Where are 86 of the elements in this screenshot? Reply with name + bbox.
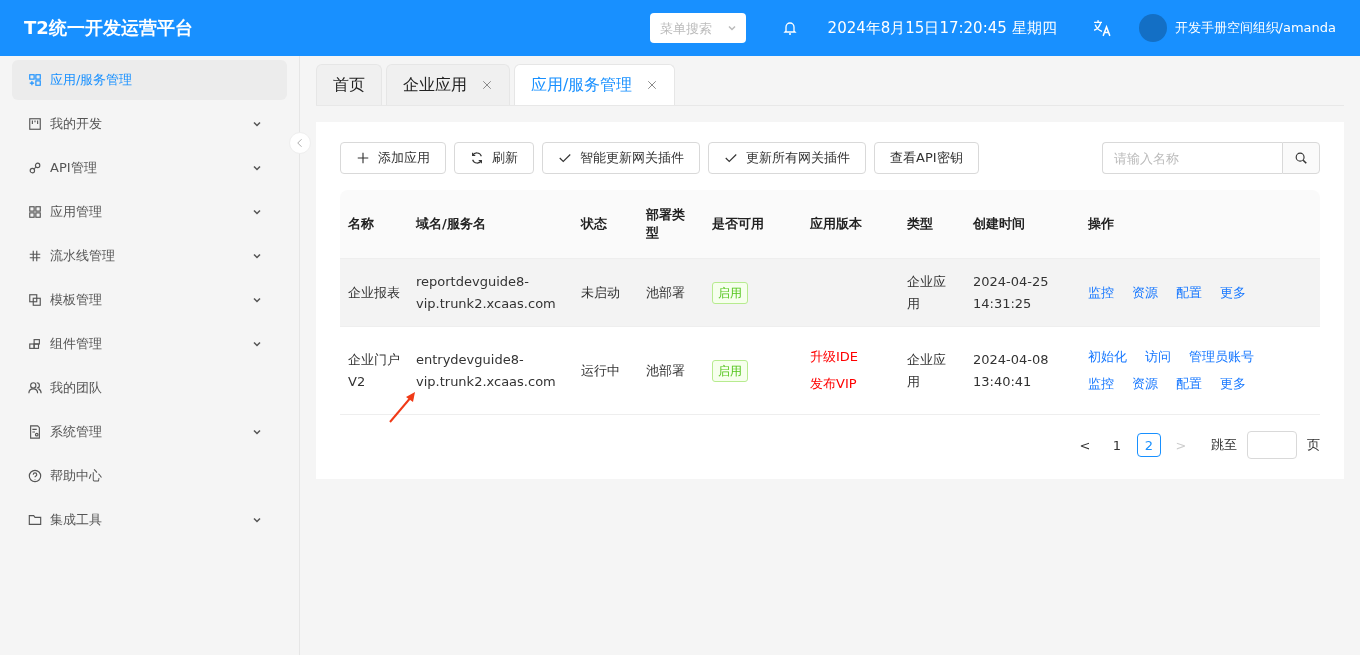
jump-label: 跳至 bbox=[1211, 436, 1237, 454]
action-link[interactable]: 管理员账号 bbox=[1189, 346, 1254, 368]
action-link[interactable]: 配置 bbox=[1176, 281, 1202, 304]
action-link[interactable]: 资源 bbox=[1132, 281, 1158, 304]
toolbar-button[interactable]: 刷新 bbox=[454, 142, 534, 174]
column-header: 名称 bbox=[348, 216, 374, 231]
sidebar-item[interactable]: 流水线管理 bbox=[12, 236, 287, 276]
version-link[interactable]: 发布VIP bbox=[810, 373, 891, 395]
table-cell: reportdevguide8-vip.trunk2.xcaas.com bbox=[416, 273, 556, 311]
column-header: 创建时间 bbox=[973, 216, 1025, 231]
copy-icon bbox=[28, 293, 42, 307]
action-link[interactable]: 监控 bbox=[1088, 373, 1114, 395]
sidebar-item[interactable]: 模板管理 bbox=[12, 280, 287, 320]
search-icon bbox=[1294, 151, 1308, 165]
column-header: 状态 bbox=[581, 216, 607, 231]
sidebar-item[interactable]: 组件管理 bbox=[12, 324, 287, 364]
action-link[interactable]: 更多 bbox=[1220, 373, 1246, 395]
page-button[interactable]: 1 bbox=[1105, 433, 1129, 457]
check-icon bbox=[724, 151, 738, 165]
board-icon bbox=[28, 117, 42, 131]
table-cell: 企业应用 bbox=[907, 351, 946, 389]
table-cell: 企业门户V2 bbox=[348, 351, 400, 389]
table-cell: 企业报表 bbox=[348, 284, 400, 300]
table-cell: 池部署 bbox=[646, 284, 685, 300]
tab[interactable]: 首页 bbox=[316, 64, 382, 105]
column-header: 类型 bbox=[907, 216, 933, 231]
app-title: T2统一开发运营平台 bbox=[24, 16, 194, 40]
table-cell: 2024-04-25 14:31:25 bbox=[973, 273, 1049, 311]
user-avatar[interactable] bbox=[1138, 14, 1167, 42]
pipeline-icon bbox=[28, 249, 42, 263]
page-unit-label: 页 bbox=[1307, 436, 1320, 454]
action-link[interactable]: 初始化 bbox=[1088, 346, 1127, 368]
arrow-annotation bbox=[389, 392, 415, 423]
toolbar-button[interactable]: 添加应用 bbox=[340, 142, 446, 174]
team-icon bbox=[28, 381, 42, 395]
page-jump-field[interactable] bbox=[1247, 431, 1297, 459]
refresh-icon bbox=[470, 151, 484, 165]
toolbar-button[interactable]: 更新所有网关插件 bbox=[708, 142, 866, 174]
table-cell: 未启动 bbox=[581, 284, 620, 300]
name-search-field[interactable]: 请输入名称 bbox=[1102, 142, 1282, 174]
table-cell: 运行中 bbox=[581, 362, 620, 378]
action-link[interactable]: 配置 bbox=[1176, 373, 1202, 395]
previous-page-button[interactable]: < bbox=[1073, 433, 1097, 457]
check-icon bbox=[558, 151, 572, 165]
sidebar-item[interactable]: API管理 bbox=[12, 148, 287, 188]
sidebar-item[interactable]: 应用管理 bbox=[12, 192, 287, 232]
action-link[interactable]: 访问 bbox=[1145, 346, 1171, 368]
plus-icon bbox=[356, 151, 370, 165]
tab[interactable]: 企业应用 bbox=[386, 64, 510, 105]
help-icon bbox=[28, 469, 42, 483]
table-cell: 企业应用 bbox=[907, 273, 946, 311]
sidebar-item[interactable]: 系统管理 bbox=[12, 412, 287, 452]
action-link[interactable]: 监控 bbox=[1088, 281, 1114, 304]
sidebar-item[interactable]: 我的团队 bbox=[12, 368, 287, 408]
translate-icon bbox=[1092, 19, 1111, 37]
toolbar-button[interactable]: 智能更新网关插件 bbox=[542, 142, 700, 174]
column-header: 是否可用 bbox=[712, 216, 764, 231]
close-icon bbox=[646, 79, 659, 91]
document-icon bbox=[28, 425, 42, 439]
action-link[interactable]: 资源 bbox=[1132, 373, 1158, 395]
bell-icon bbox=[781, 20, 798, 36]
sidebar-item[interactable]: 帮助中心 bbox=[12, 456, 287, 496]
menu-search-field[interactable]: 菜单搜索 bbox=[649, 13, 746, 43]
close-icon bbox=[481, 79, 493, 91]
column-header: 应用版本 bbox=[810, 216, 862, 231]
grid-icon bbox=[28, 205, 42, 219]
toolbar-button[interactable]: 查看API密钥 bbox=[874, 142, 979, 174]
sidebar-item[interactable]: 集成工具 bbox=[12, 500, 287, 540]
blocks-icon bbox=[28, 337, 42, 351]
collapse-sidebar-button[interactable] bbox=[289, 132, 311, 154]
datetime: 2024年8月15日17:20:45 星期四 bbox=[827, 18, 1057, 38]
status-tag: 启用 bbox=[712, 359, 748, 382]
version-link[interactable]: 升级IDE bbox=[810, 346, 891, 368]
status-tag: 启用 bbox=[712, 281, 748, 304]
apps-icon bbox=[28, 73, 42, 87]
sidebar-item[interactable]: 我的开发 bbox=[12, 104, 287, 144]
folder-icon bbox=[28, 513, 42, 527]
column-header: 部署类型 bbox=[646, 207, 685, 240]
table-cell: entrydevguide8-vip.trunk2.xcaas.com bbox=[416, 351, 556, 389]
column-header: 操作 bbox=[1088, 216, 1114, 231]
table-cell: 池部署 bbox=[646, 362, 685, 378]
link-icon bbox=[28, 161, 42, 175]
table-cell: 2024-04-08 13:40:41 bbox=[973, 351, 1049, 389]
search-button[interactable] bbox=[1282, 142, 1320, 174]
action-link[interactable]: 更多 bbox=[1220, 281, 1246, 304]
column-header: 域名/服务名 bbox=[416, 216, 486, 231]
